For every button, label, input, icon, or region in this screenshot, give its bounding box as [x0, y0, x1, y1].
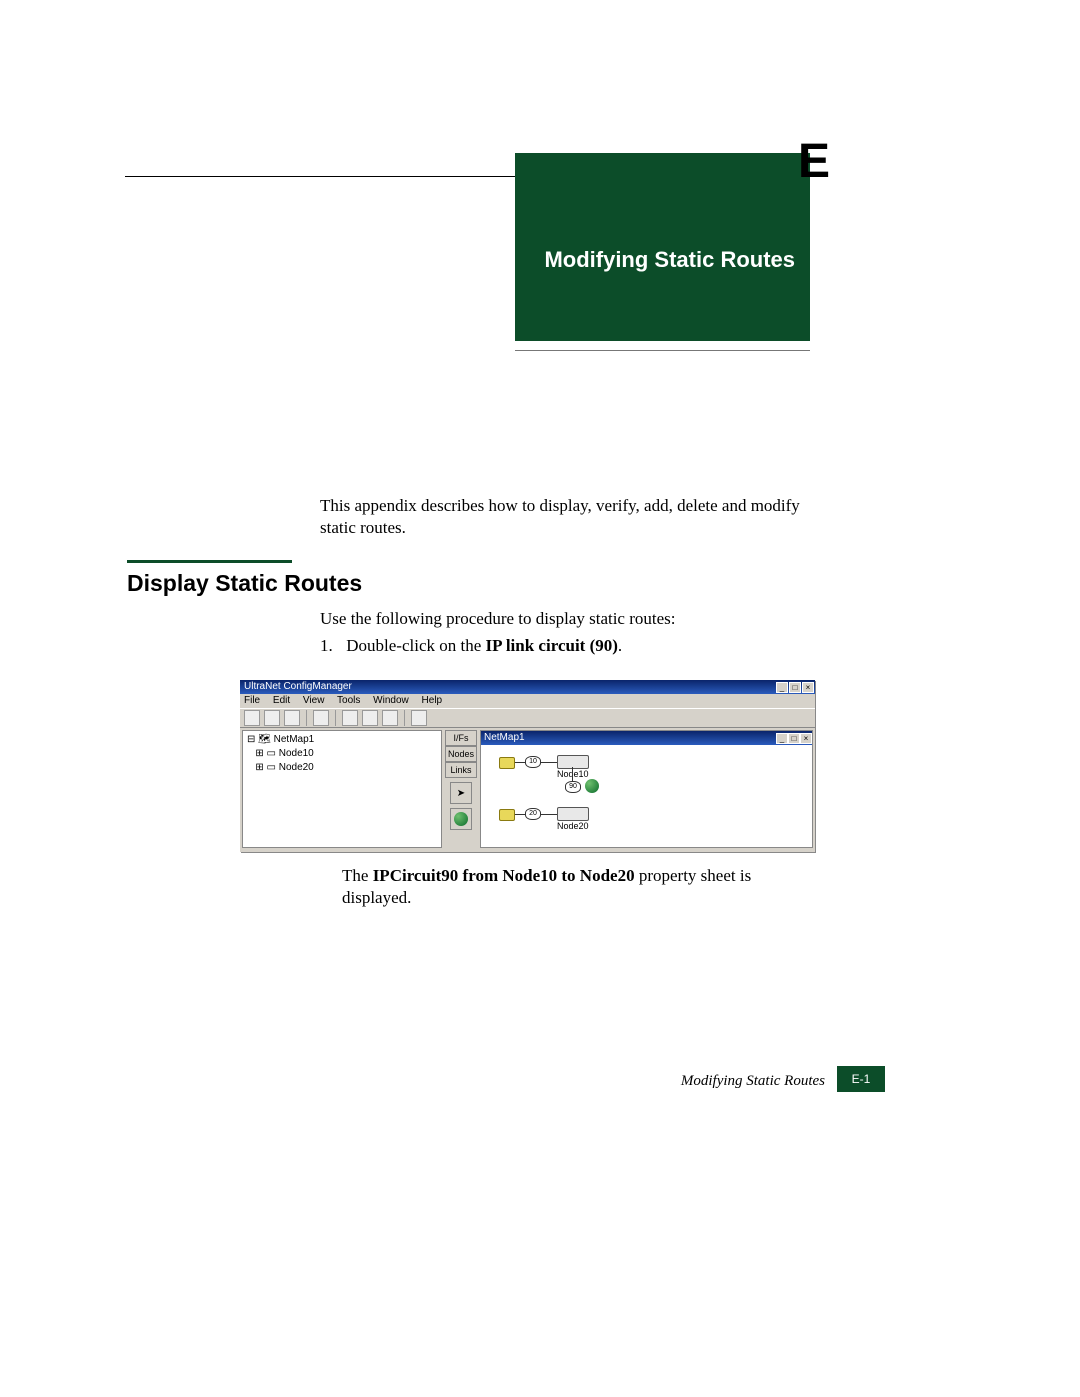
open-icon[interactable] — [264, 710, 280, 726]
tree-panel: ⊟ 🗺 NetMap1 ⊞ ▭ Node10 ⊞ ▭ Node20 — [242, 730, 442, 848]
menu-window[interactable]: Window — [373, 695, 409, 706]
outer-titlebar: UltraNet ConfigManager _ □ × — [240, 680, 815, 694]
after-pre: The — [342, 866, 373, 885]
menu-help[interactable]: Help — [422, 695, 443, 706]
embedded-screenshot: UltraNet ConfigManager _ □ × File Edit V… — [240, 680, 815, 852]
minimize-icon[interactable]: _ — [776, 682, 788, 693]
after-bold: IPCircuit90 from Node10 to Node20 — [373, 866, 635, 885]
node-20-box[interactable] — [557, 807, 589, 821]
menu-tools[interactable]: Tools — [337, 695, 360, 706]
inner-title-text: NetMap1 — [484, 731, 525, 745]
ip-globe-icon — [585, 779, 599, 793]
inner-minimize-icon[interactable]: _ — [776, 733, 788, 744]
section-divider — [127, 560, 292, 563]
step-text-bold: IP link circuit (90) — [486, 636, 618, 655]
topology-canvas[interactable]: 10 Node10 90 20 Node20 — [481, 745, 812, 847]
paste-icon[interactable] — [382, 710, 398, 726]
appendix-letter: E — [790, 134, 830, 189]
footer-page-badge: E-1 — [837, 1066, 885, 1092]
globe-icon[interactable] — [450, 808, 472, 830]
tree-root[interactable]: ⊟ 🗺 NetMap1 — [247, 733, 437, 747]
step-1: 1. Double-click on the IP link circuit (… — [320, 636, 820, 656]
inner-window: NetMap1 _ □ × 10 Node10 90 20 Node20 — [480, 730, 813, 848]
menu-view[interactable]: View — [303, 695, 325, 706]
footer-chapter-title: Modifying Static Routes — [681, 1073, 825, 1090]
result-paragraph: The IPCircuit90 from Node10 to Node20 pr… — [342, 865, 820, 909]
db-icon-2 — [499, 807, 513, 821]
node-10-box[interactable] — [557, 755, 589, 769]
outer-title-text: UltraNet ConfigManager — [244, 680, 352, 694]
inner-maximize-icon[interactable]: □ — [788, 733, 800, 744]
tab-ifs[interactable]: I/Fs — [445, 730, 477, 746]
tab-nodes[interactable]: Nodes — [445, 746, 477, 762]
menu-file[interactable]: File — [244, 695, 260, 706]
procedure-intro: Use the following procedure to display s… — [320, 609, 820, 629]
maximize-icon[interactable]: □ — [789, 682, 801, 693]
toolbar — [240, 708, 815, 728]
step-number: 1. — [320, 636, 342, 656]
tree-node-10[interactable]: ⊞ ▭ Node10 — [247, 747, 437, 761]
step-text-pre: Double-click on the — [346, 636, 485, 655]
menubar: File Edit View Tools Window Help — [240, 694, 815, 708]
new-icon[interactable] — [244, 710, 260, 726]
pointer-icon[interactable]: ➤ — [450, 782, 472, 804]
inner-close-icon[interactable]: × — [800, 733, 812, 744]
intro-paragraph: This appendix describes how to display, … — [320, 495, 820, 539]
tree-node-20[interactable]: ⊞ ▭ Node20 — [247, 761, 437, 775]
circuit-10[interactable]: 10 — [525, 756, 541, 768]
menu-edit[interactable]: Edit — [273, 695, 290, 706]
copy-icon[interactable] — [362, 710, 378, 726]
sub-rule — [515, 350, 810, 351]
cut-icon[interactable] — [342, 710, 358, 726]
db-icon — [499, 755, 513, 769]
close-icon[interactable]: × — [802, 682, 814, 693]
section-heading: Display Static Routes — [127, 570, 362, 597]
node-20-label: Node20 — [557, 821, 589, 831]
circuit-20[interactable]: 20 — [525, 808, 541, 820]
side-tabs: I/Fs Nodes Links ➤ — [445, 730, 477, 830]
chapter-title: Modifying Static Routes — [515, 247, 795, 273]
tab-links[interactable]: Links — [445, 762, 477, 778]
inner-titlebar: NetMap1 _ □ × — [481, 731, 812, 745]
step-text-post: . — [618, 636, 622, 655]
print-icon[interactable] — [313, 710, 329, 726]
save-icon[interactable] — [284, 710, 300, 726]
circuit-90[interactable]: 90 — [565, 781, 581, 793]
refresh-icon[interactable] — [411, 710, 427, 726]
